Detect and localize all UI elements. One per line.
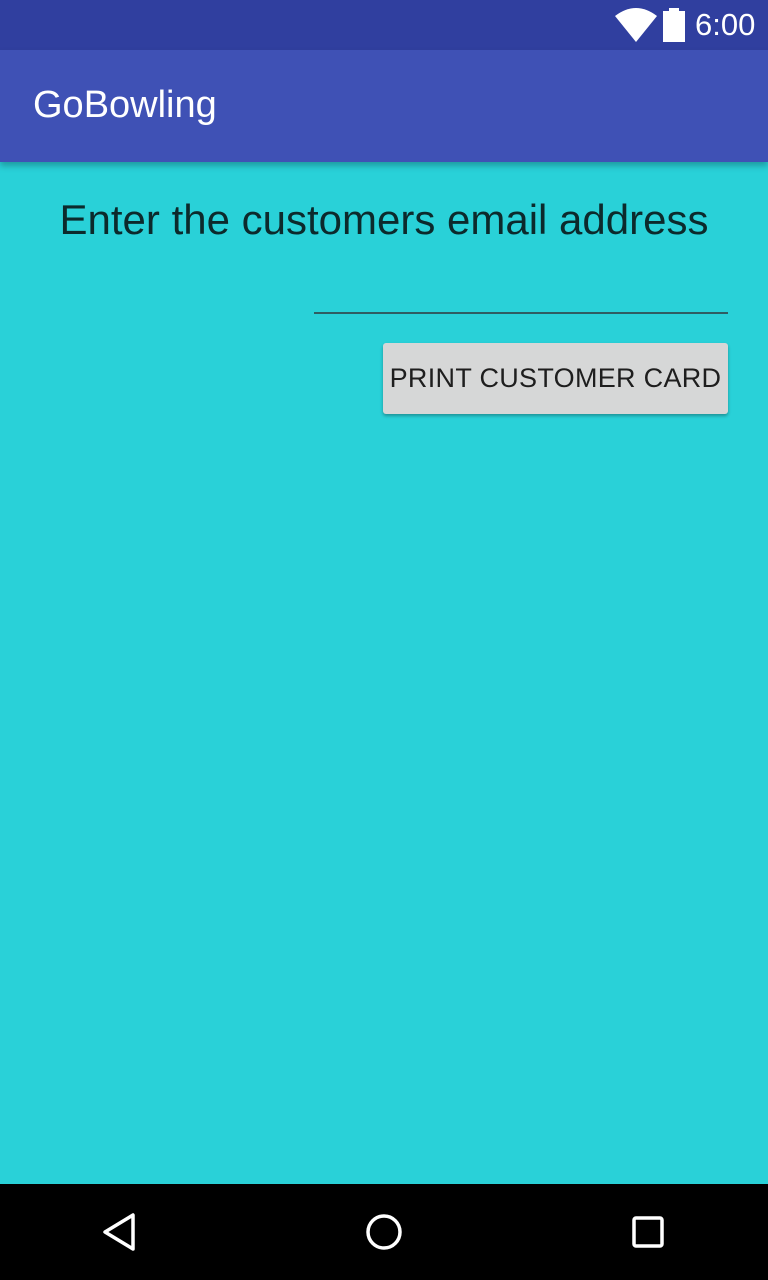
wifi-icon xyxy=(615,8,657,42)
back-button[interactable] xyxy=(90,1202,150,1262)
app-screen: 6:00 GoBowling Enter the customers email… xyxy=(0,0,768,1280)
status-bar: 6:00 xyxy=(0,0,768,50)
app-title: GoBowling xyxy=(33,84,217,126)
email-prompt-label: Enter the customers email address xyxy=(59,196,709,243)
email-field[interactable] xyxy=(314,262,728,314)
print-customer-card-button[interactable]: PRINT CUSTOMER CARD xyxy=(383,343,728,414)
status-time: 6:00 xyxy=(695,7,756,42)
back-icon xyxy=(103,1213,135,1251)
recents-button[interactable] xyxy=(618,1202,678,1262)
home-icon xyxy=(366,1214,402,1250)
home-button[interactable] xyxy=(354,1202,414,1262)
navigation-bar xyxy=(0,1184,768,1280)
battery-icon xyxy=(663,8,685,42)
app-bar: GoBowling xyxy=(0,50,768,162)
recents-icon xyxy=(632,1216,664,1248)
